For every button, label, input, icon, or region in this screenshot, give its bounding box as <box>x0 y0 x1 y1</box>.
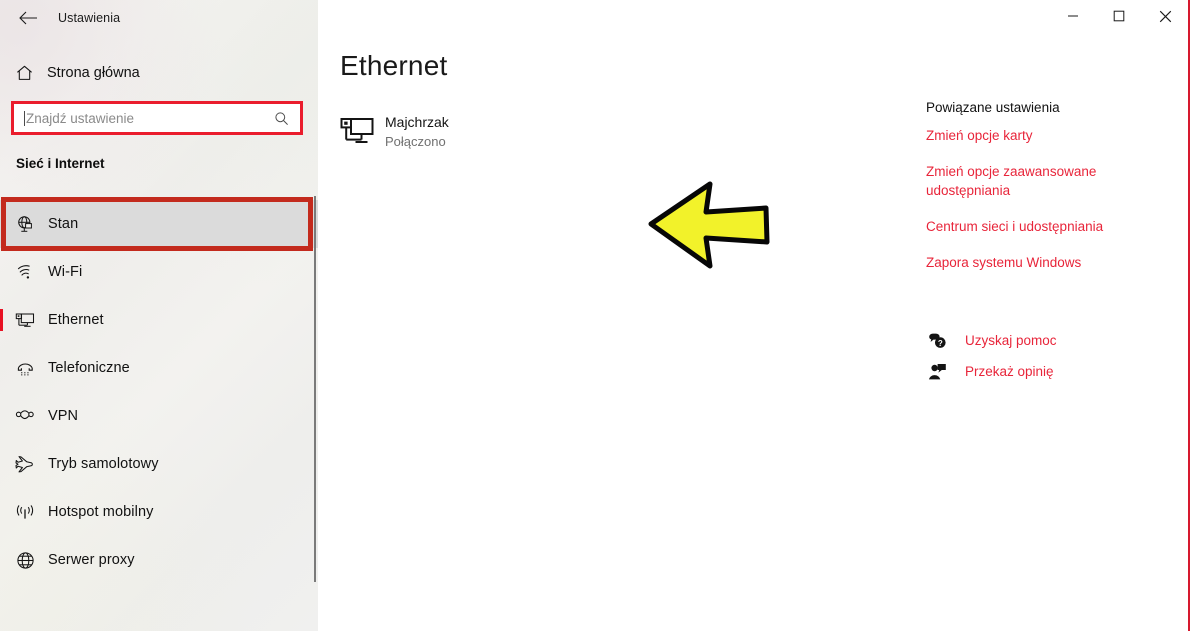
help-item-label: Uzyskaj pomoc <box>965 333 1057 348</box>
connection-status: Połączono <box>385 134 446 149</box>
sidebar-item-hotspot-mobilny[interactable]: Hotspot mobilny <box>0 488 318 536</box>
right-edge-annotation-line <box>1188 0 1190 631</box>
home-icon <box>14 63 34 83</box>
back-button[interactable] <box>8 2 48 34</box>
sidebar-item-wifi[interactable]: Wi-Fi <box>0 248 318 296</box>
help-panel: ? Uzyskaj pomoc Przekaż opinię <box>926 328 1176 390</box>
sidebar-nav: Stan Wi-Fi Ethernet Telefoniczne VPN Try… <box>0 200 318 584</box>
help-item-get-help[interactable]: ? Uzyskaj pomoc <box>926 328 1176 353</box>
minimize-button[interactable] <box>1050 0 1096 32</box>
airplane-icon <box>14 455 36 473</box>
proxy-globe-icon <box>14 551 36 570</box>
sidebar-titlebar: Ustawienia <box>0 0 318 36</box>
sidebar-item-label: Telefoniczne <box>48 360 130 376</box>
left-arrow-icon <box>648 181 770 269</box>
wifi-icon <box>14 264 36 281</box>
sidebar-item-label: VPN <box>48 408 79 424</box>
related-settings-heading: Powiązane ustawienia <box>926 100 1060 115</box>
sidebar-item-home[interactable]: Strona główna <box>0 57 318 89</box>
minimize-icon <box>1068 15 1078 17</box>
sidebar-item-vpn[interactable]: VPN <box>0 392 318 440</box>
search-icon[interactable] <box>274 111 289 126</box>
help-question-bubble-icon: ? <box>926 332 948 350</box>
maximize-button[interactable] <box>1096 0 1142 32</box>
sidebar-item-label: Tryb samolotowy <box>48 456 159 472</box>
ethernet-monitor-icon <box>338 113 376 147</box>
sidebar-item-ethernet[interactable]: Ethernet <box>0 296 318 344</box>
svg-text:?: ? <box>937 339 942 348</box>
related-settings-panel: Powiązane ustawienia Zmień opcje karty Z… <box>926 100 1176 289</box>
back-arrow-icon <box>19 11 37 25</box>
sidebar: Ustawienia Strona główna Znajdź ustawien… <box>0 0 318 631</box>
yellow-arrow-annotation <box>646 178 772 275</box>
related-link-adapter-options[interactable]: Zmień opcje karty <box>926 126 1111 145</box>
maximize-icon <box>1113 10 1125 22</box>
related-link-network-sharing-center[interactable]: Centrum sieci i udostępniania <box>926 217 1111 236</box>
window-title: Ustawienia <box>58 11 121 25</box>
ethernet-icon <box>14 312 36 329</box>
sidebar-item-serwer-proxy[interactable]: Serwer proxy <box>0 536 318 584</box>
window-controls <box>1050 0 1188 32</box>
status-globe-icon <box>14 215 36 234</box>
home-label: Strona główna <box>47 65 140 81</box>
main-content: Ethernet Majchrzak Połączono Powiązane u… <box>318 0 1192 631</box>
page-title: Ethernet <box>340 50 448 81</box>
text-caret <box>24 110 25 126</box>
close-button[interactable] <box>1142 0 1188 32</box>
sidebar-scrollbar[interactable] <box>314 196 316 582</box>
sidebar-item-label: Stan <box>48 216 79 232</box>
search-box[interactable]: Znajdź ustawienie <box>11 101 303 135</box>
sidebar-item-label: Ethernet <box>48 312 104 328</box>
vpn-icon <box>14 409 36 423</box>
help-item-give-feedback[interactable]: Przekaż opinię <box>926 359 1176 384</box>
close-icon <box>1159 10 1171 22</box>
selected-accent-bar <box>0 309 3 331</box>
settings-window: Ustawienia Strona główna Znajdź ustawien… <box>0 0 1192 631</box>
connection-name: Majchrzak <box>385 114 449 130</box>
mobile-hotspot-icon <box>14 504 36 521</box>
sidebar-item-tryb-samolotowy[interactable]: Tryb samolotowy <box>0 440 318 488</box>
help-item-label: Przekaż opinię <box>965 364 1054 379</box>
connection-text: Majchrzak Połączono <box>385 113 449 151</box>
sidebar-item-label: Wi-Fi <box>48 264 83 280</box>
related-link-windows-firewall[interactable]: Zapora systemu Windows <box>926 253 1111 272</box>
sidebar-item-label: Serwer proxy <box>48 552 135 568</box>
sidebar-item-stan[interactable]: Stan <box>0 200 318 248</box>
related-link-advanced-sharing-options[interactable]: Zmień opcje zaawansowane udostępniania <box>926 162 1111 200</box>
feedback-person-icon <box>926 363 948 381</box>
dial-up-phone-icon <box>14 360 36 376</box>
ethernet-connection-entry[interactable]: Majchrzak Połączono <box>338 113 449 151</box>
sidebar-section-title: Sieć i Internet <box>16 156 105 171</box>
search-placeholder: Znajdź ustawienie <box>26 110 135 126</box>
sidebar-item-telefoniczne[interactable]: Telefoniczne <box>0 344 318 392</box>
search-input-field[interactable]: Znajdź ustawienie <box>14 104 300 132</box>
sidebar-item-label: Hotspot mobilny <box>48 504 154 520</box>
